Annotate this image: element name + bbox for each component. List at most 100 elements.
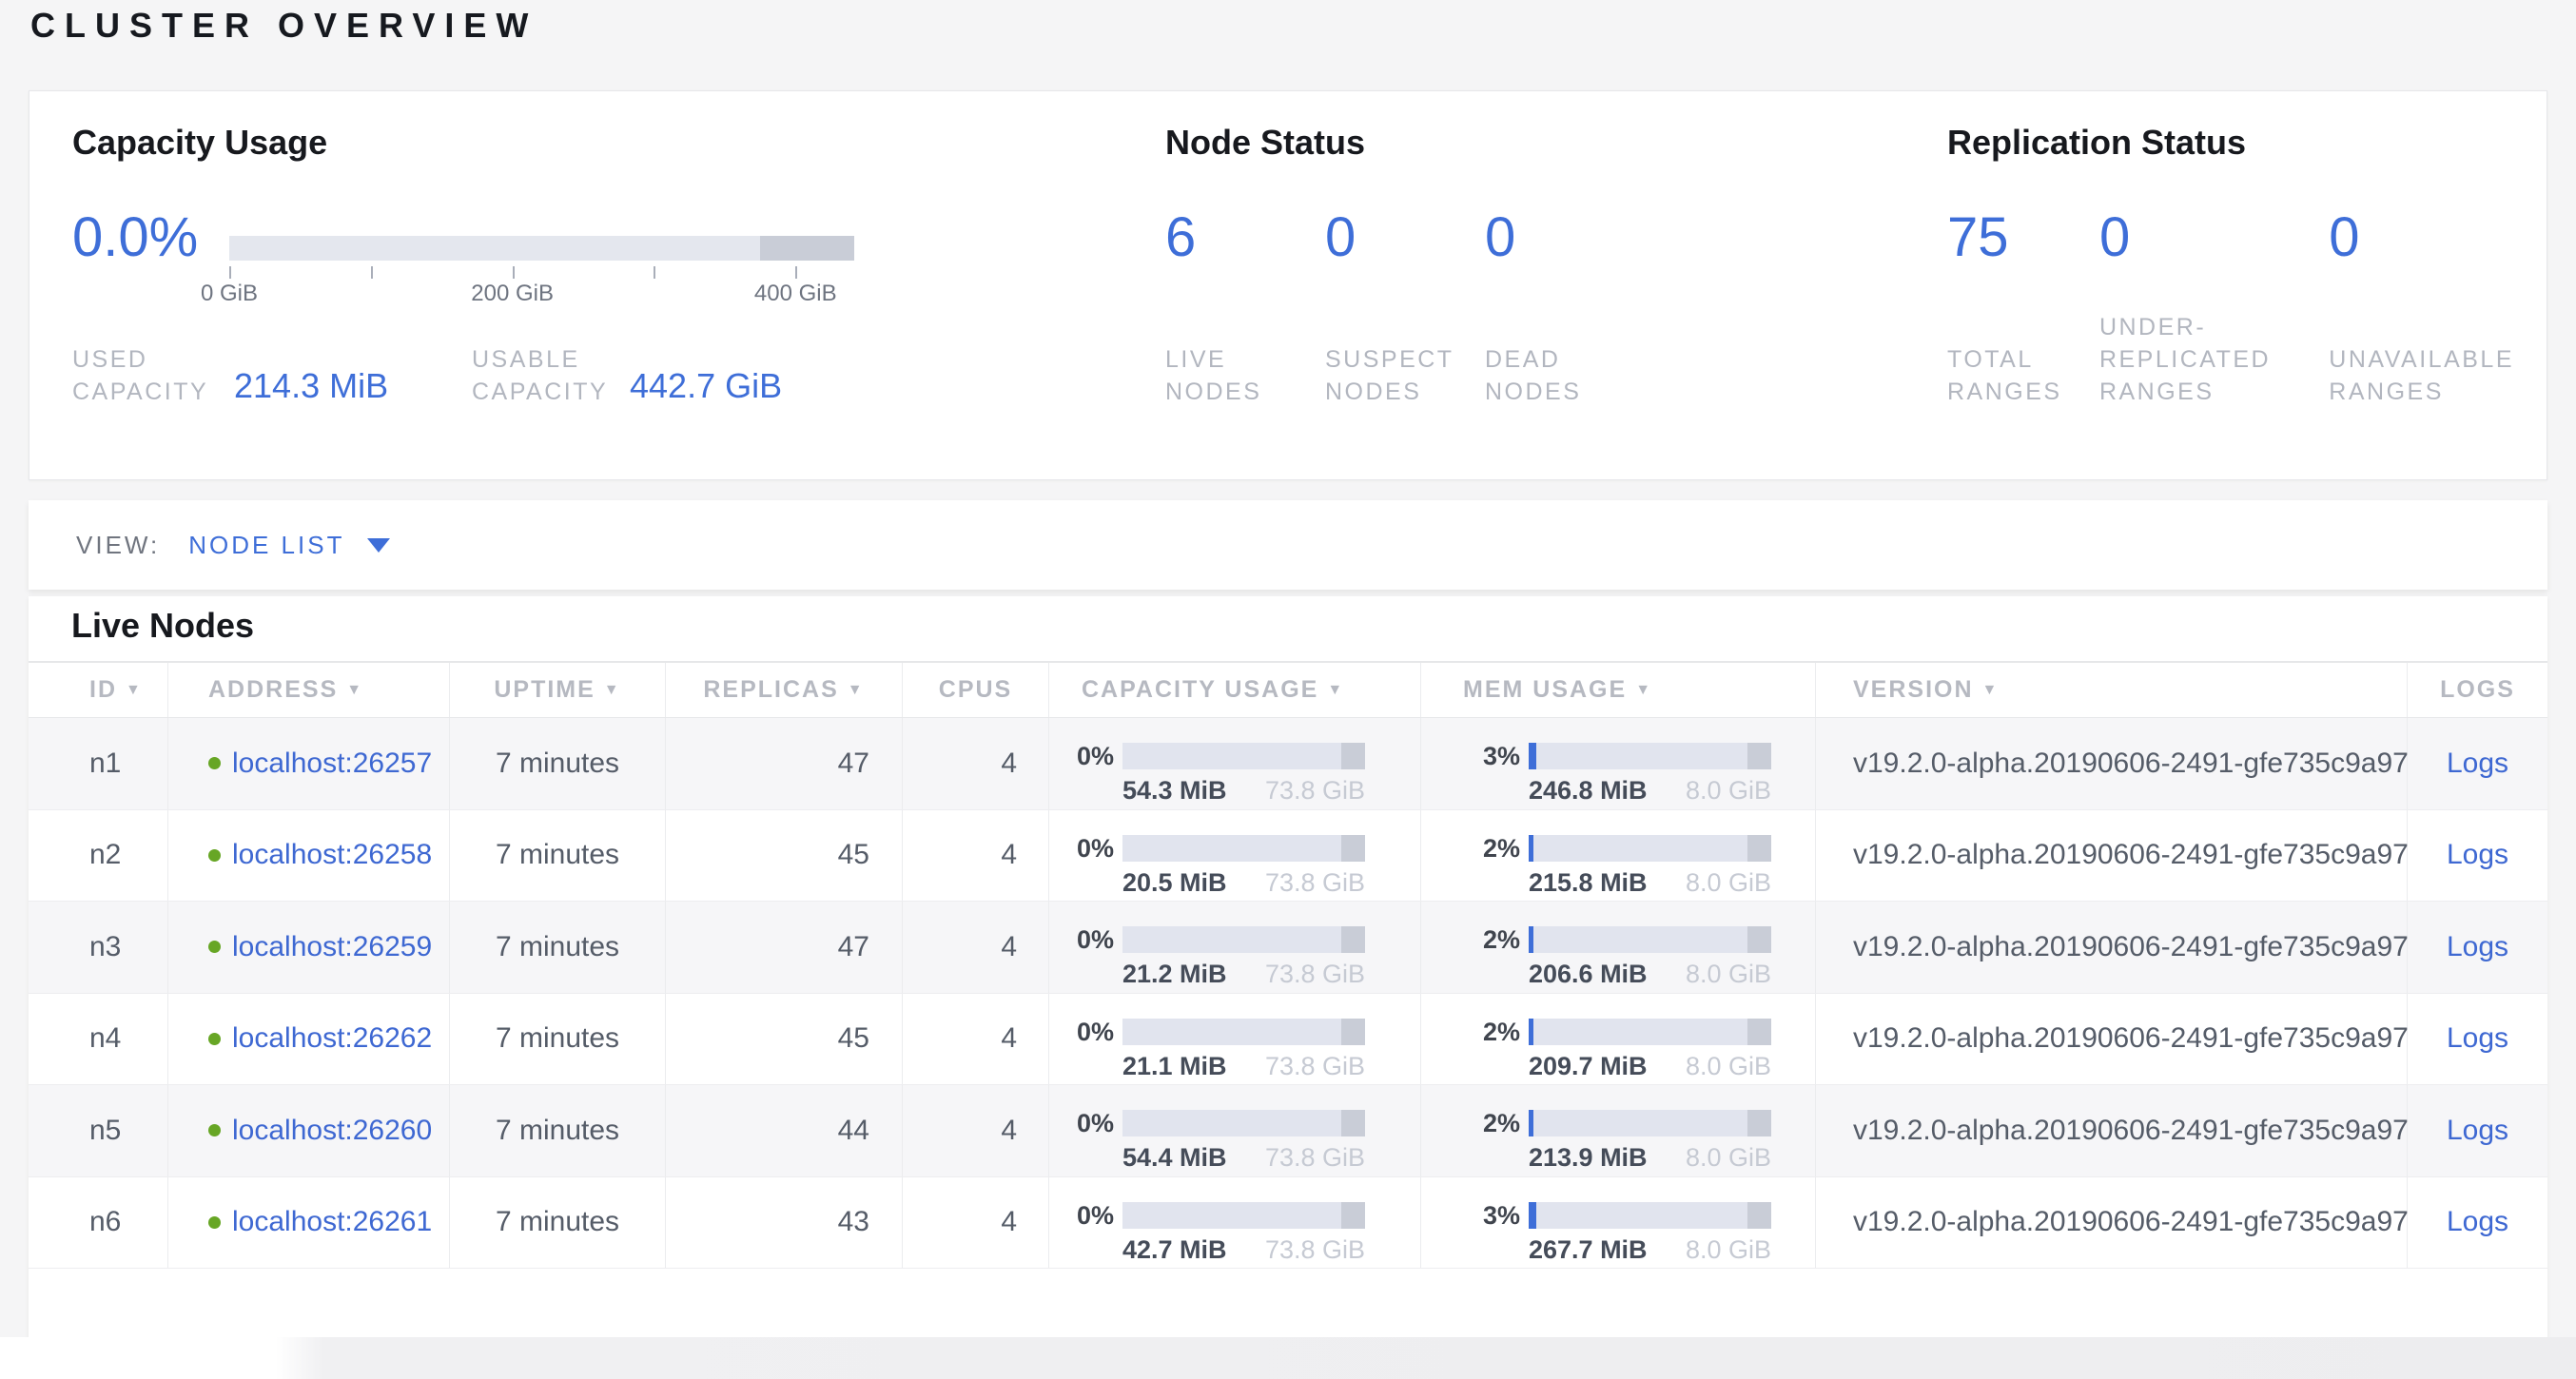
logs-link[interactable]: Logs [2447,931,2508,963]
mem-usage-stack: 213.9 MiB8.0 GiB [1529,1110,1771,1173]
table-row: n4localhost:262627 minutes4540%21.1 MiB7… [29,994,2547,1086]
replication-stat-label: TOTAL RANGES [1947,343,2073,408]
node-address-link[interactable]: localhost:26260 [232,1115,432,1147]
cell-node-id: n2 [29,810,168,902]
mem-usage-stack: 267.7 MiB8.0 GiB [1529,1202,1771,1265]
cell-version: v19.2.0-alpha.20190606-2491-gfe735c9a97 [1816,718,2408,809]
column-header-replicas[interactable]: REPLICAS▼ [666,663,903,717]
capacity-usage-bar [1122,926,1365,953]
node-id: n5 [89,1115,121,1147]
cell-capacity-usage: 0%21.2 MiB73.8 GiB [1049,902,1421,993]
capacity-usage: 0%54.4 MiB73.8 GiB [1064,1085,1365,1173]
node-address-link[interactable]: localhost:26261 [232,1206,432,1238]
capacity-usage-percent: 0% [1064,1202,1122,1229]
axis-tick [654,266,655,279]
mem-usage-other-segment [1747,835,1772,862]
node-id: n2 [89,839,121,871]
capacity-usage: 0%54.3 MiB73.8 GiB [1064,718,1365,806]
logs-link[interactable]: Logs [2447,1115,2508,1147]
mem-used-value: 209.7 MiB [1529,1052,1648,1081]
mem-usage-bar [1529,1110,1771,1136]
column-header-mem[interactable]: MEM USAGE▼ [1421,663,1816,717]
capacity-usage-stack: 54.4 MiB73.8 GiB [1122,1110,1365,1173]
node-stat-value: 6 [1165,206,1325,269]
mem-usage-stack: 215.8 MiB8.0 GiB [1529,835,1771,898]
mem-usage: 2%209.7 MiB8.0 GiB [1471,994,1771,1081]
capacity-total-value: 73.8 GiB [1265,1143,1365,1173]
replication-stat: 75TOTAL RANGES [1947,206,2099,408]
capacity-total-value: 73.8 GiB [1265,776,1365,806]
mem-usage: 3%267.7 MiB8.0 GiB [1471,1177,1771,1265]
sort-arrow-icon: ▼ [604,682,621,699]
column-header-id[interactable]: ID▼ [29,663,168,717]
column-header-address[interactable]: ADDRESS▼ [168,663,450,717]
column-header-capacity[interactable]: CAPACITY USAGE▼ [1049,663,1421,717]
column-header-label: UPTIME [494,676,595,704]
node-address-link[interactable]: localhost:26262 [232,1022,432,1055]
capacity-usage-percent: 0% [1064,1019,1122,1045]
mem-usage-bar [1529,835,1771,862]
capacity-usage-values: 54.4 MiB73.8 GiB [1122,1143,1365,1173]
view-bar: VIEW: NODE LIST [29,500,2547,590]
mem-usage-stack: 246.8 MiB8.0 GiB [1529,743,1771,806]
capacity-used-value: 20.5 MiB [1122,868,1227,898]
column-header-label: ADDRESS [208,676,338,704]
axis-tick-label: 400 GiB [754,281,837,307]
capacity-usage-values: 21.2 MiB73.8 GiB [1122,960,1365,989]
node-status-stats: 6LIVE NODES0SUSPECT NODES0DEAD NODES [1165,206,1888,408]
logs-link[interactable]: Logs [2447,839,2508,871]
node-id: n6 [89,1206,121,1238]
capacity-usage-other-segment [1341,1110,1366,1136]
cell-mem-usage: 2%213.9 MiB8.0 GiB [1421,1085,1816,1176]
table-row: n3localhost:262597 minutes4740%21.2 MiB7… [29,902,2547,994]
node-status-title: Node Status [1165,123,1888,163]
cell-address: localhost:26260 [168,1085,450,1176]
cell-replicas: 45 [666,994,903,1085]
capacity-usage: 0%21.1 MiB73.8 GiB [1064,994,1365,1081]
mem-usage-other-segment [1747,1019,1772,1045]
mem-usage-bar [1529,926,1771,953]
capacity-axis-ticks [229,264,854,279]
cell-uptime: 7 minutes [450,1177,666,1269]
cluster-summary-card: Capacity Usage 0.0% 0 GiB200 GiB400 GiB … [29,90,2547,480]
mem-used-value: 213.9 MiB [1529,1143,1648,1173]
capacity-usage-stack: 54.3 MiB73.8 GiB [1122,743,1365,806]
column-header-uptime[interactable]: UPTIME ▼ [450,663,666,717]
capacity-usage-bar [1122,743,1365,769]
mem-used-value: 267.7 MiB [1529,1235,1648,1265]
capacity-usage-other-segment [1341,926,1366,953]
node-address-link[interactable]: localhost:26259 [232,931,432,963]
column-header-label: VERSION [1853,676,1974,704]
capacity-usage: 0%21.2 MiB73.8 GiB [1064,902,1365,989]
cell-version: v19.2.0-alpha.20190606-2491-gfe735c9a97 [1816,994,2408,1085]
cell-replicas: 43 [666,1177,903,1269]
node-address-link[interactable]: localhost:26257 [232,748,432,780]
capacity-usage-stack: 20.5 MiB73.8 GiB [1122,835,1365,898]
logs-link[interactable]: Logs [2447,748,2508,780]
cell-cpus: 4 [903,1085,1049,1176]
cell-logs: Logs [2408,1177,2547,1269]
column-header-label: LOGS [2440,676,2515,704]
cell-logs: Logs [2408,994,2547,1085]
cell-cpus: 4 [903,1177,1049,1269]
cell-version: v19.2.0-alpha.20190606-2491-gfe735c9a97 [1816,1177,2408,1269]
mem-usage-values: 209.7 MiB 8.0 GiB [1529,1052,1771,1081]
column-header-label: ID [89,676,117,704]
mem-total-value: 8.0 GiB [1686,1052,1771,1081]
node-live-status-dot-icon [208,941,221,953]
capacity-used-value: 21.2 MiB [1122,960,1227,989]
view-selector-dropdown[interactable]: NODE LIST [188,531,390,560]
column-header-version[interactable]: VERSION▼ [1816,663,2408,717]
replication-stat-label: UNDER-REPLICATED RANGES [2099,311,2307,408]
logs-link[interactable]: Logs [2447,1206,2508,1238]
capacity-other-segment [760,236,854,261]
replication-status-stats: 75TOTAL RANGES0UNDER-REPLICATED RANGES0U… [1947,206,2548,408]
node-id: n1 [89,748,121,780]
cell-capacity-usage: 0%20.5 MiB73.8 GiB [1049,810,1421,902]
cell-address: localhost:26258 [168,810,450,902]
node-address-link[interactable]: localhost:26258 [232,839,432,871]
view-selected-value: NODE LIST [188,531,344,560]
mem-usage-other-segment [1747,1110,1772,1136]
logs-link[interactable]: Logs [2447,1022,2508,1055]
mem-usage-fill [1529,743,1536,769]
